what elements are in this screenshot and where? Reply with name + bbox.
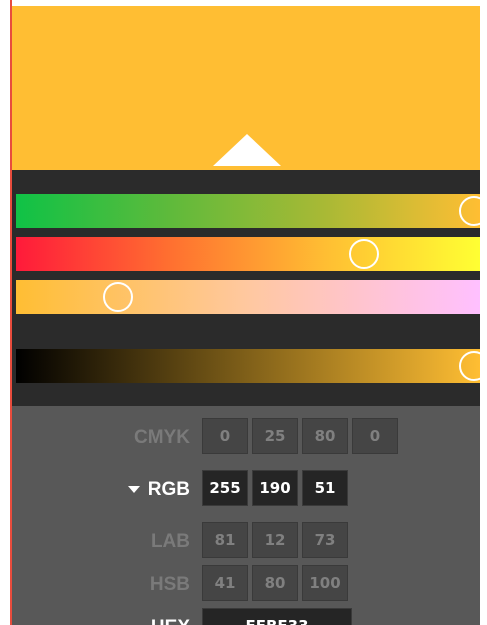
- rgb-g-field[interactable]: 190: [252, 470, 298, 506]
- cmyk-mode-label[interactable]: CMYK: [70, 427, 190, 449]
- hue-slider[interactable]: [16, 194, 480, 228]
- lab-b-field[interactable]: 73: [302, 522, 348, 558]
- color-swatch-preview: [12, 6, 480, 170]
- cmyk-c-field[interactable]: 0: [202, 418, 248, 454]
- swatch-pointer-triangle-icon: [213, 134, 281, 166]
- lab-l-field[interactable]: 81: [202, 522, 248, 558]
- hex-mode-label[interactable]: HEX: [70, 617, 190, 625]
- rgb-b-field[interactable]: 51: [302, 470, 348, 506]
- hsb-b-field[interactable]: 100: [302, 565, 348, 601]
- cmyk-y-field[interactable]: 80: [302, 418, 348, 454]
- expand-triangle-icon: [127, 486, 140, 494]
- color-values-panel: CMYK 0 25 80 0 RGB 255 190 51 LAB 81 12 …: [12, 406, 480, 625]
- hsb-mode-label[interactable]: HSB: [70, 574, 190, 596]
- right-edge: [480, 0, 482, 625]
- hsb-h-field[interactable]: 41: [202, 565, 248, 601]
- hsb-s-field[interactable]: 80: [252, 565, 298, 601]
- rgb-mode-label[interactable]: RGB: [70, 479, 190, 501]
- rgb-r-field[interactable]: 255: [202, 470, 248, 506]
- rgb-label-text: RGB: [147, 479, 190, 500]
- hex-field[interactable]: FFBE33: [202, 608, 352, 625]
- brightness-slider[interactable]: [16, 349, 480, 383]
- hue-slider-thumb[interactable]: [459, 196, 480, 226]
- lab-a-field[interactable]: 12: [252, 522, 298, 558]
- color-picker-panel: CMYK 0 25 80 0 RGB 255 190 51 LAB 81 12 …: [12, 6, 480, 625]
- lab-mode-label[interactable]: LAB: [70, 531, 190, 553]
- saturation-slider-thumb[interactable]: [349, 239, 379, 269]
- cmyk-k-field[interactable]: 0: [352, 418, 398, 454]
- cmyk-m-field[interactable]: 25: [252, 418, 298, 454]
- lightness-slider-thumb[interactable]: [103, 282, 133, 312]
- saturation-slider[interactable]: [16, 237, 480, 271]
- lightness-slider[interactable]: [16, 280, 480, 314]
- brightness-slider-thumb[interactable]: [459, 351, 480, 381]
